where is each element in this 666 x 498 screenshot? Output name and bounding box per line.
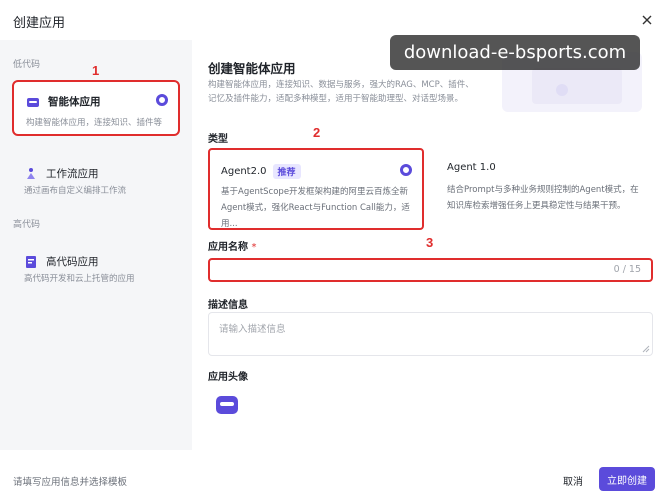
dialog-footer: 请填写应用信息并选择模板 取消 立即创建: [0, 450, 666, 498]
sidebar-item-label: 智能体应用: [48, 96, 101, 108]
watermark-overlay: download-e-bsports.com: [390, 35, 640, 70]
sidebar-item-workflow-app[interactable]: 工作流应用 通过画布自定义编排工作流: [12, 154, 180, 198]
agent-app-icon: [27, 97, 39, 107]
dialog-header: 创建应用: [0, 0, 666, 40]
selected-radio-icon: [400, 164, 412, 176]
description-placeholder: 请输入描述信息: [219, 324, 286, 335]
footer-hint: 请填写应用信息并选择模板: [13, 477, 128, 488]
description-label: 描述信息: [208, 300, 248, 311]
sidebar-item-label: 工作流应用: [46, 168, 99, 180]
watermark-text: download-e-bsports.com: [403, 42, 627, 63]
annotation-number: 3: [426, 235, 434, 250]
workflow-icon: [27, 167, 35, 179]
avatar-label: 应用头像: [208, 372, 248, 383]
recommend-badge: 推荐: [272, 164, 301, 179]
dialog-title: 创建应用: [13, 16, 66, 31]
cancel-button[interactable]: 取消: [554, 468, 592, 492]
sidebar-item-high-code-app[interactable]: 高代码应用 高代码开发和云上托管的应用: [12, 242, 180, 286]
app-name-label: 应用名称 *: [208, 238, 256, 253]
selected-radio-icon: [156, 94, 168, 106]
app-name-label-text: 应用名称: [208, 242, 248, 253]
section-label-highcode: 高代码: [13, 220, 41, 230]
description-textarea[interactable]: 请输入描述信息: [208, 312, 653, 356]
close-icon: [642, 15, 652, 25]
type-label: 类型: [208, 134, 228, 145]
sidebar-item-label: 高代码应用: [46, 256, 99, 268]
section-label-lowcode: 低代码: [13, 60, 41, 70]
app-name-input[interactable]: 0 / 15: [208, 258, 653, 282]
type-option-desc: 结合Prompt与多种业务规则控制的Agent模式，在知识库检索增强任务上更具稳…: [447, 185, 639, 211]
type-option-agent2[interactable]: Agent2.0 推荐 基于AgentScope开发框架构建的阿里云百炼全新Ag…: [208, 148, 424, 230]
char-counter: 0 / 15: [613, 264, 641, 275]
sidebar-item-agent-app[interactable]: 智能体应用 构建智能体应用，连接知识、插件等: [12, 80, 180, 136]
required-mark: *: [251, 242, 257, 253]
annotation-number: 2: [313, 125, 321, 140]
sidebar-item-desc: 高代码开发和云上托管的应用: [24, 274, 135, 284]
type-option-name: Agent 1.0: [447, 162, 496, 173]
type-option-desc: 基于AgentScope开发框架构建的阿里云百炼全新Agent模式，强化Reac…: [221, 187, 410, 229]
sidebar-item-desc: 构建智能体应用，连接知识、插件等: [26, 118, 163, 128]
app-type-sidebar: 低代码 智能体应用 构建智能体应用，连接知识、插件等 工作流应用 通过画布自定义…: [0, 40, 192, 450]
high-code-icon: [26, 255, 36, 268]
app-avatar-icon[interactable]: [214, 392, 240, 418]
close-button[interactable]: [636, 9, 658, 31]
resize-handle-icon[interactable]: [642, 345, 650, 353]
type-option-name: Agent2.0: [221, 166, 267, 177]
create-button[interactable]: 立即创建: [599, 467, 655, 491]
page-description: 构建智能体应用，连接知识、数据与服务，强大的RAG、MCP、插件、记忆及插件能力…: [208, 80, 474, 104]
sidebar-item-desc: 通过画布自定义编排工作流: [24, 186, 127, 196]
page-title: 创建智能体应用: [208, 61, 296, 76]
annotation-number: 1: [92, 63, 100, 78]
type-option-agent1[interactable]: Agent 1.0 结合Prompt与多种业务规则控制的Agent模式，在知识库…: [436, 148, 652, 230]
